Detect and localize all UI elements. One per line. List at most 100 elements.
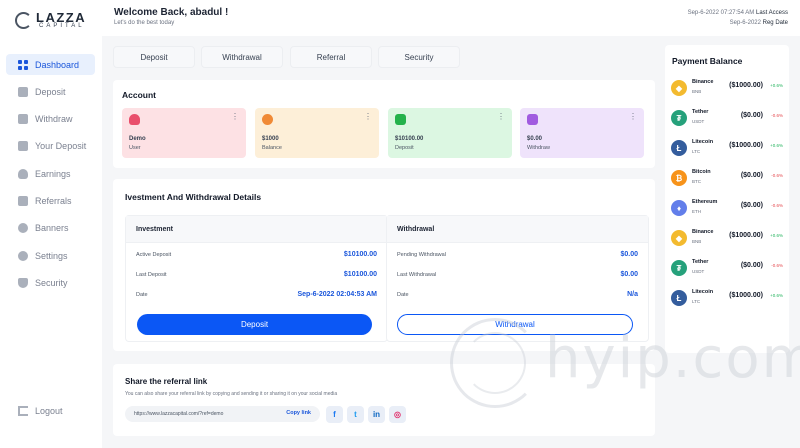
referral-section <box>113 364 655 436</box>
coin-change: +0.6% <box>770 143 783 148</box>
account-title: Account <box>122 90 156 100</box>
detail-value: $10100.00 <box>343 251 377 258</box>
facebook-icon[interactable]: f <box>326 406 343 423</box>
sidebar-item-label: Settings <box>35 250 68 261</box>
referral-url[interactable]: https://www.lazzacapital.com/?ref=demo <box>134 411 223 417</box>
coin-change: -0.6% <box>771 203 783 208</box>
coin-amount: ($0.00) <box>740 202 763 209</box>
detail-value: $10100.00 <box>343 271 377 278</box>
bitcoin-icon: ₿ <box>671 170 687 186</box>
sidebar-item-deposit[interactable]: Deposit <box>6 81 95 102</box>
detail-value: $0.00 <box>620 251 638 258</box>
sidebar: LAZZA CAPITAL Dashboard Deposit Withdraw… <box>0 0 102 448</box>
sidebar-item-earnings[interactable]: Earnings <box>6 163 95 184</box>
coin-row[interactable]: Ł Litecoin LTC ($1000.00) +0.6% <box>671 287 783 311</box>
coin-symbol: BNB <box>692 89 702 94</box>
grid-icon <box>18 59 28 70</box>
more-icon[interactable]: ⋮ <box>231 112 239 121</box>
more-icon[interactable]: ⋮ <box>629 112 637 121</box>
sidebar-item-label: Banners <box>35 223 69 234</box>
detail-label: Last Withdrawal <box>397 272 437 278</box>
account-card-balance: ⋮ $1000 Balance <box>255 108 379 158</box>
account-card-label: User <box>129 145 141 151</box>
welcome-title: Welcome Back, abadul ! <box>114 7 229 18</box>
litecoin-icon: Ł <box>671 140 687 156</box>
top-header: Welcome Back, abadul ! Let's do the best… <box>102 0 800 36</box>
payment-balance-panel: Payment Balance ◆ Binance BNB ($1000.00) +0.… <box>665 45 789 353</box>
coin-row[interactable]: ₿ Bitcoin BTC ($0.00) -0.6% <box>671 167 783 191</box>
coin-symbol: LTC <box>692 299 701 304</box>
more-icon[interactable]: ⋮ <box>497 112 505 121</box>
account-card-value: $0.00 <box>527 136 543 142</box>
twitter-icon[interactable]: t <box>347 406 364 423</box>
coin-amount: ($1000.00) <box>729 232 763 239</box>
coins-icon <box>262 114 273 125</box>
logout-icon <box>18 406 28 416</box>
account-card-label: Withdraw <box>527 145 550 151</box>
sidebar-item-referrals[interactable]: Referrals <box>6 190 95 211</box>
detail-label: Date <box>136 292 148 298</box>
tab-referral[interactable]: Referral <box>290 46 372 68</box>
linkedin-icon[interactable]: in <box>368 406 385 423</box>
coin-symbol: ETH <box>692 209 701 214</box>
tab-deposit[interactable]: Deposit <box>113 46 195 68</box>
withdrawal-title: Withdrawal <box>387 216 648 243</box>
litecoin-icon: Ł <box>671 290 687 306</box>
sidebar-item-banners[interactable]: Banners <box>6 218 95 239</box>
sidebar-item-settings[interactable]: Settings <box>6 245 95 266</box>
coin-row[interactable]: ♦ Ethereum ETH ($0.00) -0.6% <box>671 197 783 221</box>
last-access-label: Last Access <box>755 10 788 16</box>
account-card-value: Demo <box>129 136 146 142</box>
coin-row[interactable]: ◆ Binance BNB ($1000.00) +0.6% <box>671 227 783 251</box>
sidebar-item-withdraw[interactable]: Withdraw <box>6 109 95 130</box>
coin-row[interactable]: ◆ Binance BNB ($1000.00) +0.6% <box>671 77 783 101</box>
sidebar-item-label: Your Deposit <box>35 141 87 152</box>
sidebar-item-label: Withdraw <box>35 114 73 125</box>
sidebar-item-dashboard[interactable]: Dashboard <box>6 54 95 75</box>
brand-logo[interactable]: LAZZA CAPITAL <box>15 10 95 32</box>
deposit-icon <box>18 86 28 97</box>
detail-row: Active Deposit $10100.00 <box>136 251 377 262</box>
coin-name: Binance <box>692 229 714 235</box>
gear-icon <box>18 250 28 261</box>
sidebar-item-label: Deposit <box>35 86 66 97</box>
detail-row: Last Withdrawal $0.00 <box>397 271 638 282</box>
coin-name: Bitcoin <box>692 169 711 175</box>
account-card-label: Balance <box>262 145 282 151</box>
withdrawal-button[interactable]: Withdrawal <box>397 314 633 335</box>
detail-row: Pending Withdrawal $0.00 <box>397 251 638 262</box>
coin-amount: ($1000.00) <box>729 82 763 89</box>
coin-row[interactable]: Ł Litecoin LTC ($1000.00) +0.6% <box>671 137 783 161</box>
coin-symbol: USDT <box>692 269 705 274</box>
instagram-icon[interactable]: ◎ <box>389 406 406 423</box>
ethereum-icon: ♦ <box>671 200 687 216</box>
payment-balance-title: Payment Balance <box>672 56 743 66</box>
coin-amount: ($0.00) <box>740 112 763 119</box>
detail-label: Active Deposit <box>136 252 172 258</box>
sidebar-item-your-deposit[interactable]: Your Deposit <box>6 136 95 157</box>
logout-button[interactable]: Logout <box>18 406 63 416</box>
money-bag-icon <box>18 168 28 179</box>
detail-label: Pending Withdrawal <box>397 252 446 258</box>
sidebar-nav: Dashboard Deposit Withdraw Your Deposit … <box>6 54 95 300</box>
tab-withdrawal[interactable]: Withdrawal <box>201 46 283 68</box>
coin-amount: ($0.00) <box>740 172 763 179</box>
coin-amount: ($1000.00) <box>729 292 763 299</box>
tab-security[interactable]: Security <box>378 46 460 68</box>
deposit-button[interactable]: Deposit <box>137 314 372 335</box>
referral-description: You can also share your referral link by… <box>125 391 338 397</box>
welcome-subtitle: Let's do the best today <box>114 20 175 26</box>
sidebar-item-security[interactable]: Security <box>6 272 95 293</box>
tether-icon: ₮ <box>671 110 687 126</box>
shield-icon <box>18 277 28 288</box>
coin-row[interactable]: ₮ Tether USDT ($0.00) -0.6% <box>671 257 783 281</box>
detail-value: N/a <box>627 291 638 298</box>
sidebar-item-label: Dashboard <box>35 59 80 70</box>
logo-icon <box>15 12 32 29</box>
network-icon <box>18 195 28 206</box>
coin-name: Litecoin <box>692 289 714 295</box>
copy-link-button[interactable]: Copy link <box>286 410 311 416</box>
coin-row[interactable]: ₮ Tether USDT ($0.00) -0.6% <box>671 107 783 131</box>
more-icon[interactable]: ⋮ <box>364 112 372 121</box>
account-card-deposit: ⋮ $10100.00 Deposit <box>388 108 512 158</box>
